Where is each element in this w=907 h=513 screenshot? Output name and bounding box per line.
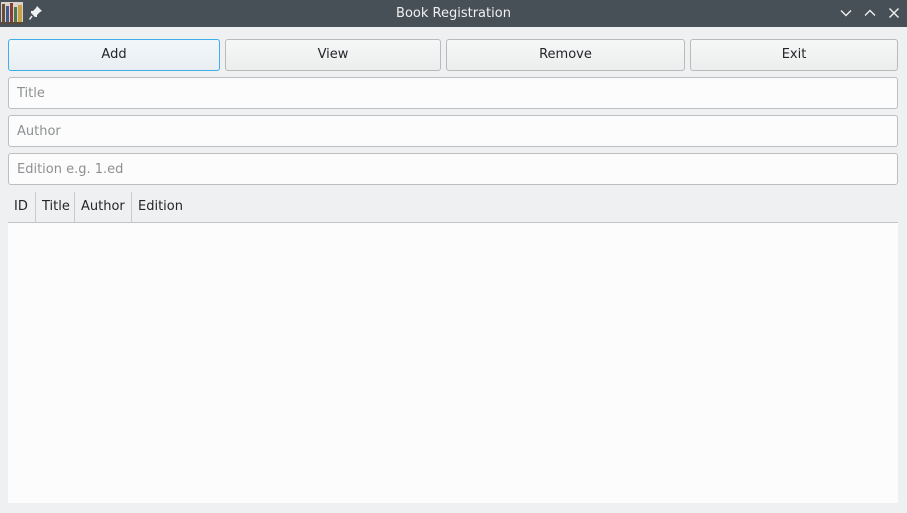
close-icon[interactable] bbox=[886, 5, 902, 21]
column-header-edition[interactable]: Edition bbox=[132, 192, 192, 222]
window-title: Book Registration bbox=[396, 6, 511, 21]
column-header-author[interactable]: Author bbox=[75, 192, 132, 222]
maximize-icon[interactable] bbox=[862, 5, 878, 21]
column-header-id[interactable]: ID bbox=[8, 192, 36, 222]
view-button[interactable]: View bbox=[225, 39, 441, 71]
add-button[interactable]: Add bbox=[8, 39, 220, 71]
title-bar[interactable]: Book Registration bbox=[0, 0, 907, 27]
exit-button[interactable]: Exit bbox=[690, 39, 898, 71]
remove-button[interactable]: Remove bbox=[446, 39, 685, 71]
edition-input[interactable] bbox=[8, 153, 898, 185]
table-header: ID Title Author Edition bbox=[8, 192, 898, 223]
minimize-icon[interactable] bbox=[838, 5, 854, 21]
column-header-title[interactable]: Title bbox=[36, 192, 75, 222]
table-body[interactable] bbox=[8, 223, 898, 503]
title-input[interactable] bbox=[8, 77, 898, 109]
books-table[interactable]: ID Title Author Edition bbox=[8, 192, 898, 503]
author-input[interactable] bbox=[8, 115, 898, 147]
